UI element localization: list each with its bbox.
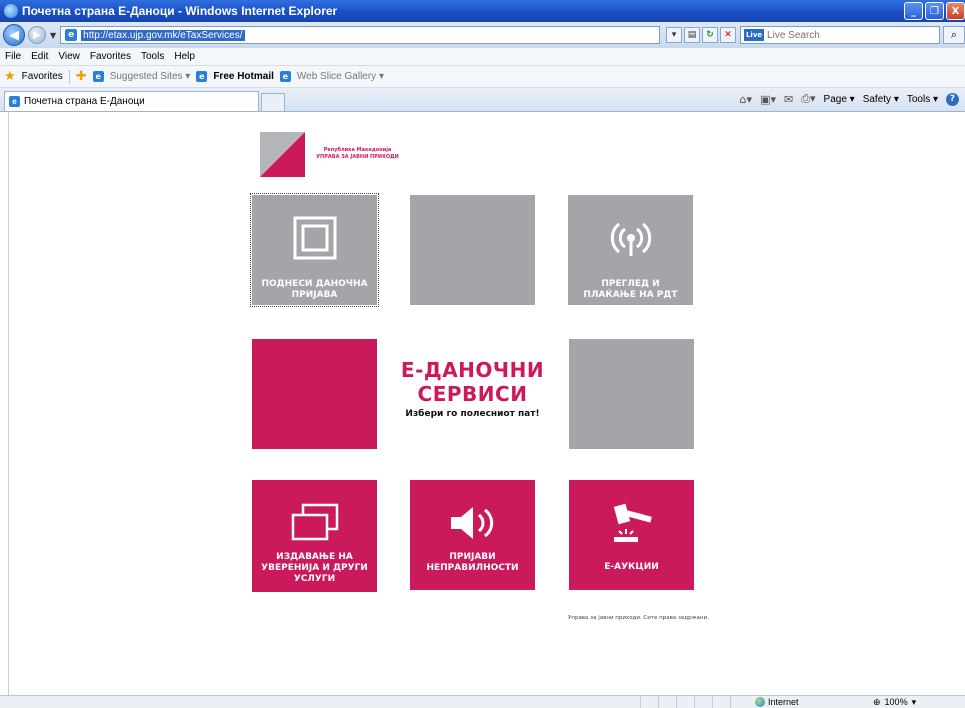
heading-line2: СЕРВИСИ (417, 382, 528, 406)
page-icon: e (65, 29, 78, 41)
maximize-button[interactable]: ❐ (925, 2, 944, 20)
menu-view[interactable]: View (58, 51, 80, 62)
search-input[interactable] (767, 29, 928, 41)
tile-label: ПРИЈАВИ НЕПРАВИЛНОСТИ (426, 552, 519, 573)
page-menu[interactable]: Page ▾ (824, 94, 855, 105)
gavel-icon (602, 502, 662, 544)
zoom-control[interactable]: ⊕ 100% ▾ (873, 696, 916, 708)
address-tools: ▾ ▤ ↻ ✕ (666, 27, 737, 43)
close-button[interactable]: X (946, 2, 965, 20)
logo-org-name: УПРАВА ЗА ЈАВНИ ПРИХОДИ (316, 154, 399, 160)
search-field[interactable]: Live (740, 26, 941, 44)
command-bar: ⌂▾ ▣▾ ✉ ⎙▾ Page ▾ Safety ▾ Tools ▾ ? (740, 90, 959, 108)
history-dropdown[interactable]: ▼ (50, 31, 56, 40)
status-bar: Internet ⊕ 100% ▾ (0, 695, 965, 708)
globe-icon (755, 697, 765, 707)
compatibility-view-icon[interactable]: ▤ (684, 27, 701, 43)
minimize-button[interactable]: _ (904, 2, 923, 20)
blank-tile (410, 195, 535, 305)
etax-heading: Е-ДАНОЧНИ СЕРВИСИ Избери го полесниот па… (385, 358, 560, 419)
stacked-windows-icon (285, 502, 345, 544)
document-frame-icon (293, 216, 337, 260)
stop-icon[interactable]: ✕ (720, 27, 737, 43)
mail-icon[interactable]: ✉ (784, 93, 793, 106)
suggested-sites-link[interactable]: Suggested Sites ▾ (110, 71, 191, 82)
certificates-tile[interactable]: ИЗДАВАЊЕ НА УВЕРЕНИЈА И ДРУГИ УСЛУГИ (252, 480, 377, 592)
report-irregularities-tile[interactable]: ПРИЈАВИ НЕПРАВИЛНОСТИ (410, 480, 535, 590)
free-hotmail-link[interactable]: Free Hotmail (213, 71, 274, 82)
megaphone-icon (443, 502, 503, 544)
heading-line1: Е-ДАНОЧНИ (400, 358, 545, 382)
forward-button[interactable]: ▶ (28, 26, 46, 44)
web-slice-gallery-link[interactable]: Web Slice Gallery ▾ (297, 71, 384, 82)
window-title: Почетна страна Е-Даноци - Windows Intern… (22, 4, 338, 18)
page-icon: e (92, 71, 104, 82)
tile-label: Е-АУКЦИИ (604, 562, 659, 572)
zoom-level: 100% (884, 697, 908, 707)
window-controls: _ ❐ X (904, 2, 965, 20)
print-icon[interactable]: ⎙▾ (801, 92, 815, 106)
address-bar: ◀ ▶ ▼ e http://etax.ujp.gov.mk/eTaxServi… (0, 22, 965, 48)
new-tab-button[interactable] (261, 93, 285, 111)
tile-label: ПОДНЕСИ ДАНОЧНА ПРИЈАВА (261, 279, 368, 300)
tab-title: Почетна страна Е-Даноци (24, 96, 145, 107)
home-icon[interactable]: ⌂▾ (740, 93, 753, 106)
copyright-text: Управа за јавни приходи. Сите права задр… (568, 615, 709, 621)
zone-label: Internet (768, 697, 799, 707)
chevron-down-icon: ▾ (911, 696, 917, 707)
window-titlebar: Почетна страна Е-Даноци - Windows Intern… (0, 0, 965, 22)
favorites-button[interactable]: Favorites (22, 71, 63, 82)
e-auctions-tile[interactable]: Е-АУКЦИИ (569, 480, 694, 590)
wireless-signal-icon (601, 217, 661, 259)
page-icon: e (196, 71, 208, 82)
zoom-icon: ⊕ (873, 696, 881, 707)
url-field[interactable]: e http://etax.ujp.gov.mk/eTaxServices/ (60, 26, 661, 44)
menu-tools[interactable]: Tools (141, 51, 164, 62)
decorative-pink-tile (252, 339, 377, 449)
search-icon[interactable]: ⌕ (943, 26, 965, 44)
menu-help[interactable]: Help (174, 51, 195, 62)
add-favorite-icon[interactable]: ✚ (76, 69, 87, 84)
tools-menu[interactable]: Tools ▾ (907, 94, 938, 105)
safety-menu[interactable]: Safety ▾ (863, 94, 899, 105)
security-zone[interactable]: Internet (755, 696, 799, 708)
menu-favorites[interactable]: Favorites (90, 51, 131, 62)
url-text[interactable]: http://etax.ujp.gov.mk/eTaxServices/ (81, 29, 245, 41)
logo-country: Република Македонија (323, 147, 392, 153)
page-icon: e (9, 96, 20, 107)
tile-label: ИЗДАВАЊЕ НА УВЕРЕНИЈА И ДРУГИ УСЛУГИ (261, 552, 368, 584)
heading-subtitle: Избери го полесниот пат! (405, 409, 540, 419)
review-pay-tile[interactable]: ПРЕГЛЕД И ПЛАЌАЊЕ НА РДТ (568, 195, 693, 305)
tile-label: ПРЕГЛЕД И ПЛАЌАЊЕ НА РДТ (583, 279, 678, 300)
live-search-icon: Live (744, 29, 765, 41)
refresh-icon[interactable]: ↻ (702, 27, 719, 43)
tab-etax[interactable]: e Почетна страна Е-Даноци (4, 91, 259, 111)
ie-app-icon (4, 4, 18, 18)
file-tax-return-tile[interactable]: ПОДНЕСИ ДАНОЧНА ПРИЈАВА (250, 193, 379, 307)
feeds-icon[interactable]: ▣▾ (760, 93, 776, 106)
menu-file[interactable]: File (5, 51, 21, 62)
divider (68, 69, 70, 84)
url-dropdown-button[interactable]: ▾ (666, 27, 683, 43)
favorites-bar: ★ Favorites ✚ e Suggested Sites ▾ e Free… (0, 66, 965, 88)
menu-edit[interactable]: Edit (31, 51, 48, 62)
ujp-logo[interactable]: Република Македонија УПРАВА ЗА ЈАВНИ ПРИ… (260, 132, 405, 177)
decorative-grey-tile (569, 339, 694, 449)
back-button[interactable]: ◀ (3, 24, 25, 46)
logo-mark (260, 132, 305, 177)
status-cells (640, 696, 748, 708)
page-icon: e (279, 71, 291, 82)
help-icon[interactable]: ? (946, 92, 959, 106)
menu-bar: File Edit View Favorites Tools Help (0, 48, 965, 66)
favorites-star-icon[interactable]: ★ (4, 69, 16, 84)
